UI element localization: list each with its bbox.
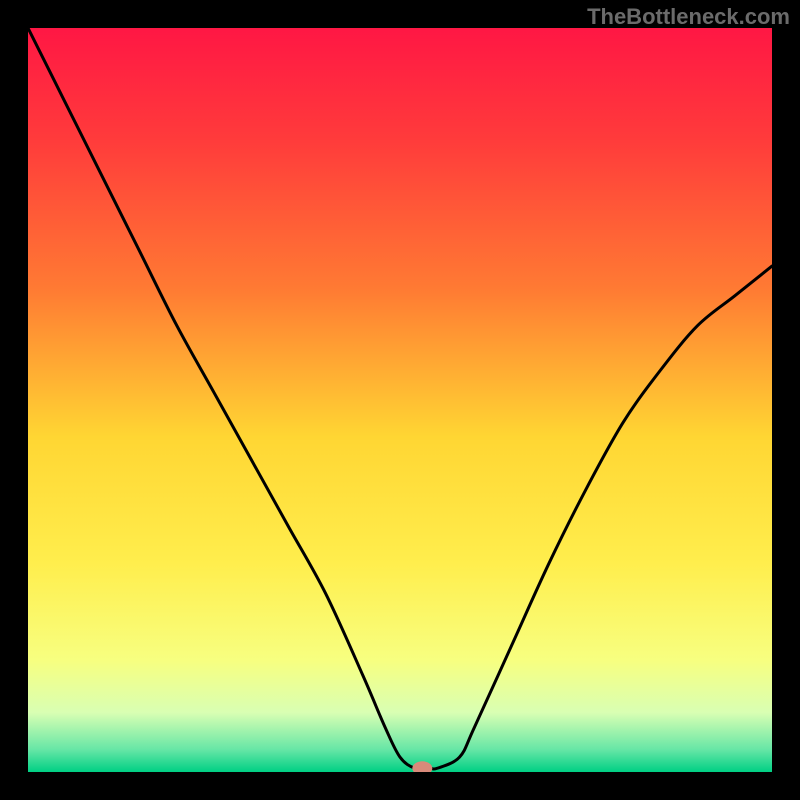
gradient-background — [28, 28, 772, 772]
plot-area — [28, 28, 772, 772]
chart-svg — [28, 28, 772, 772]
watermark-text: TheBottleneck.com — [587, 4, 790, 30]
chart-container: TheBottleneck.com — [0, 0, 800, 800]
